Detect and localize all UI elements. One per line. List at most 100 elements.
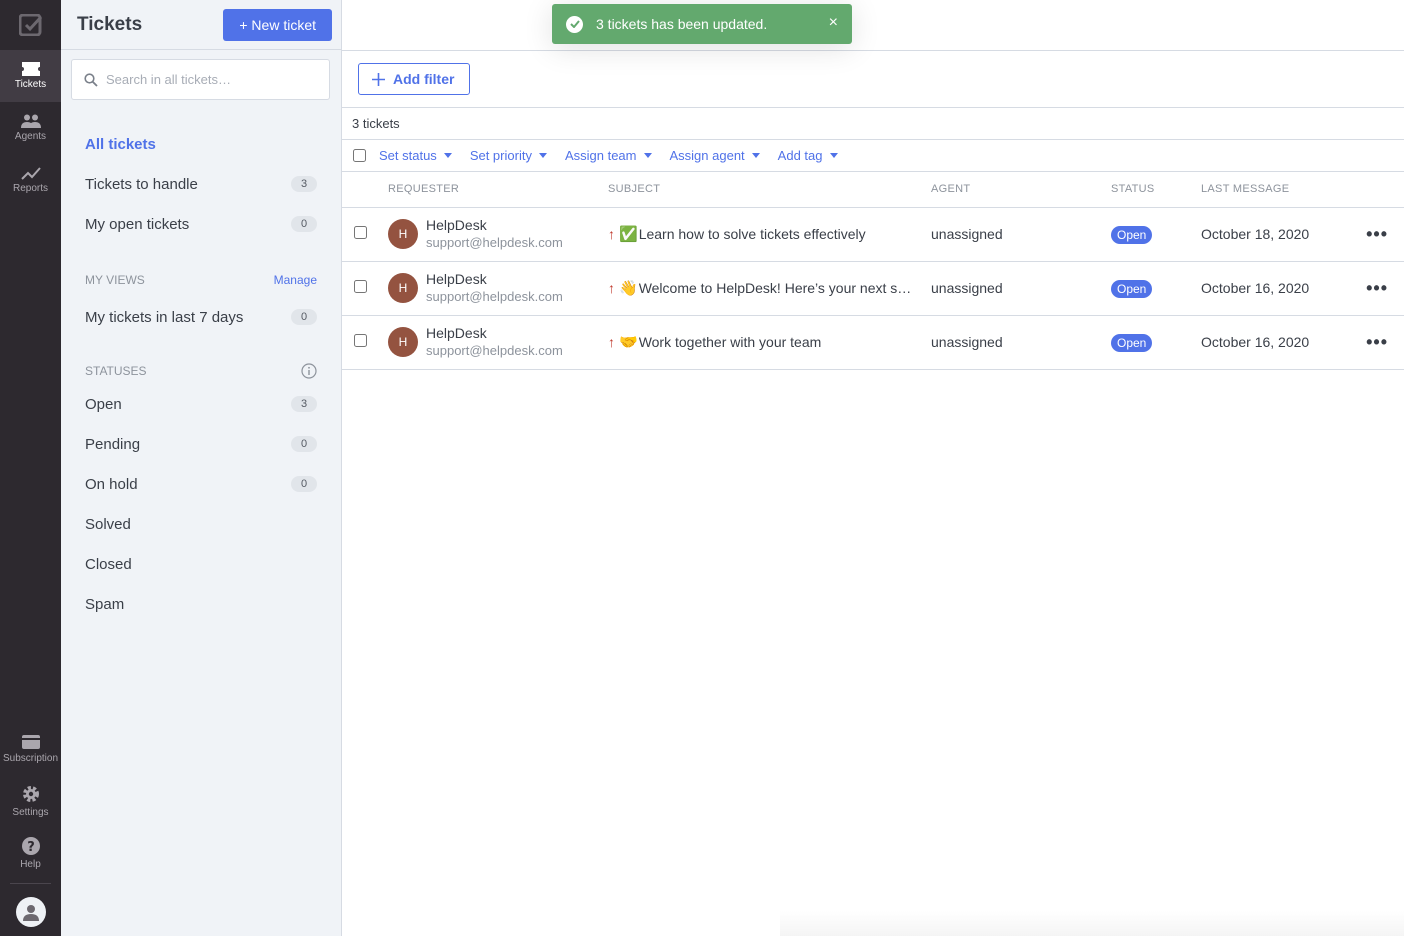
column-header-last-message[interactable]: LAST MESSAGE	[1201, 172, 1351, 208]
count-badge: 0	[291, 476, 317, 492]
info-icon[interactable]	[301, 363, 317, 379]
sidebar-item-status-open[interactable]: Open 3	[85, 384, 317, 424]
subject-emoji: 👋	[619, 280, 638, 297]
svg-text:?: ?	[27, 840, 35, 855]
sidebar-item-my-tickets-last-7-days[interactable]: My tickets in last 7 days 0	[85, 297, 317, 337]
table-row[interactable]: H HelpDesk support@helpdesk.com ↑ 👋 Welco…	[342, 261, 1404, 316]
requester-avatar: H	[388, 327, 418, 357]
rail-item-agents[interactable]: Agents	[0, 102, 61, 154]
rail-item-tickets[interactable]: Tickets	[0, 50, 61, 102]
row-checkbox-cell	[342, 315, 388, 370]
sidebar-item-my-open-tickets[interactable]: My open tickets 0	[85, 204, 317, 244]
table-row[interactable]: H HelpDesk support@helpdesk.com ↑ 🤝 Work …	[342, 315, 1404, 370]
new-ticket-button[interactable]: + New ticket	[223, 8, 332, 41]
subject-cell: ↑ 👋 Welcome to HelpDesk! Here’s your nex…	[608, 261, 931, 316]
column-header-status[interactable]: STATUS	[1111, 172, 1201, 208]
bulk-action-label: Assign agent	[669, 148, 745, 163]
user-icon	[22, 905, 39, 921]
user-avatar-circle	[15, 897, 46, 927]
manage-views-link[interactable]: Manage	[274, 273, 317, 287]
add-filter-label: Add filter	[393, 71, 455, 87]
rail-item-label: Subscription	[2, 753, 59, 764]
status-cell: Open	[1111, 315, 1201, 370]
nav-label: Open	[85, 395, 122, 413]
rail-item-settings[interactable]: Settings	[0, 775, 61, 827]
priority-high-icon: ↑	[608, 226, 615, 242]
header-checkbox-col	[342, 172, 388, 208]
agents-icon	[20, 114, 41, 128]
sidebar-item-status-pending[interactable]: Pending 0	[85, 424, 317, 464]
sidebar-item-status-closed[interactable]: Closed	[85, 544, 317, 584]
row-more-menu-icon[interactable]: •••	[1351, 261, 1404, 316]
row-checkbox[interactable]	[354, 280, 367, 293]
rail-item-label: Tickets	[14, 79, 47, 90]
subject-cell: ↑ 🤝 Work together with your team	[608, 315, 931, 370]
sidebar-item-all-tickets[interactable]: All tickets	[85, 124, 317, 164]
app-logo[interactable]	[0, 0, 61, 50]
rail-item-label: Help	[20, 859, 41, 870]
header-actions-col	[1351, 172, 1404, 208]
requester-name: HelpDesk	[426, 325, 487, 341]
search-input[interactable]	[106, 72, 306, 87]
status-badge: Open	[1111, 226, 1153, 244]
column-header-agent[interactable]: AGENT	[931, 172, 1111, 208]
sidebar-header: Tickets + New ticket	[61, 0, 341, 50]
set-priority-dropdown[interactable]: Set priority	[470, 148, 547, 163]
add-filter-button[interactable]: Add filter	[358, 63, 471, 95]
user-avatar[interactable]	[0, 888, 61, 936]
requester-avatar: H	[388, 219, 418, 249]
last-message-cell: October 18, 2020	[1201, 207, 1351, 262]
requester-name: HelpDesk	[426, 271, 487, 287]
assign-team-dropdown[interactable]: Assign team	[565, 148, 652, 163]
sidebar-item-status-on-hold[interactable]: On hold 0	[85, 464, 317, 504]
toast-message: 3 tickets has been updated.	[596, 16, 768, 32]
nav-label: My tickets in last 7 days	[85, 308, 244, 326]
nav-label: Spam	[85, 595, 125, 613]
row-checkbox[interactable]	[354, 334, 367, 347]
requester-email: support@helpdesk.com	[426, 235, 563, 250]
set-status-dropdown[interactable]: Set status	[379, 148, 452, 163]
ticket-icon	[21, 62, 40, 76]
rail-item-label: Settings	[12, 807, 49, 818]
bulk-action-label: Set priority	[469, 148, 532, 163]
sidebar-item-status-spam[interactable]: Spam	[85, 584, 317, 624]
status-cell: Open	[1111, 261, 1201, 316]
select-all-checkbox[interactable]	[353, 149, 366, 162]
rail-item-reports[interactable]: Reports	[0, 154, 61, 206]
nav-label: Pending	[85, 435, 141, 453]
requester-email: support@helpdesk.com	[426, 289, 563, 304]
requester-avatar: H	[388, 273, 418, 303]
ticket-count: 3 tickets	[342, 108, 1404, 140]
assign-agent-dropdown[interactable]: Assign agent	[670, 148, 760, 163]
close-icon[interactable]: ×	[829, 14, 838, 32]
requester-email: support@helpdesk.com	[426, 343, 563, 358]
gear-icon	[22, 786, 39, 802]
row-checkbox-cell	[342, 261, 388, 316]
rail-divider	[10, 883, 51, 884]
row-checkbox[interactable]	[354, 226, 367, 239]
bulk-actions-bar: Set status Set priority Assign team Assi…	[342, 140, 1404, 172]
app-rail: Tickets Agents Reports Subscription Sett…	[0, 0, 61, 936]
rail-item-subscription[interactable]: Subscription	[0, 723, 61, 775]
table-row[interactable]: H HelpDesk support@helpdesk.com ↑ ✅ Learn…	[342, 207, 1404, 262]
subject-text[interactable]: Welcome to HelpDesk! Here’s your next st…	[639, 280, 913, 296]
rail-item-help[interactable]: ? Help	[0, 827, 61, 879]
column-header-requester[interactable]: REQUESTER	[388, 172, 608, 208]
subject-text[interactable]: Work together with your team	[639, 334, 822, 350]
sidebar-item-tickets-to-handle[interactable]: Tickets to handle 3	[85, 164, 317, 204]
bulk-action-label: Add tag	[777, 148, 823, 163]
add-tag-dropdown[interactable]: Add tag	[778, 148, 838, 163]
tickets-table: REQUESTER SUBJECT AGENT STATUS LAST MESS…	[342, 172, 1404, 370]
subject-cell: ↑ ✅ Learn how to solve tickets effective…	[608, 207, 931, 262]
subject-text[interactable]: Learn how to solve tickets effectively	[639, 226, 866, 242]
sidebar-item-status-solved[interactable]: Solved	[85, 504, 317, 544]
rail-bottom: Subscription Settings ? Help	[0, 723, 61, 936]
column-header-subject[interactable]: SUBJECT	[608, 172, 931, 208]
row-more-menu-icon[interactable]: •••	[1351, 207, 1404, 262]
row-more-menu-icon[interactable]: •••	[1351, 315, 1404, 370]
statuses-heading: STATUSES	[85, 364, 147, 378]
requester-cell: H HelpDesk support@helpdesk.com	[388, 261, 608, 316]
my-views-header: MY VIEWS Manage	[85, 270, 317, 290]
caret-down-icon	[538, 153, 547, 158]
count-badge: 3	[291, 396, 317, 412]
